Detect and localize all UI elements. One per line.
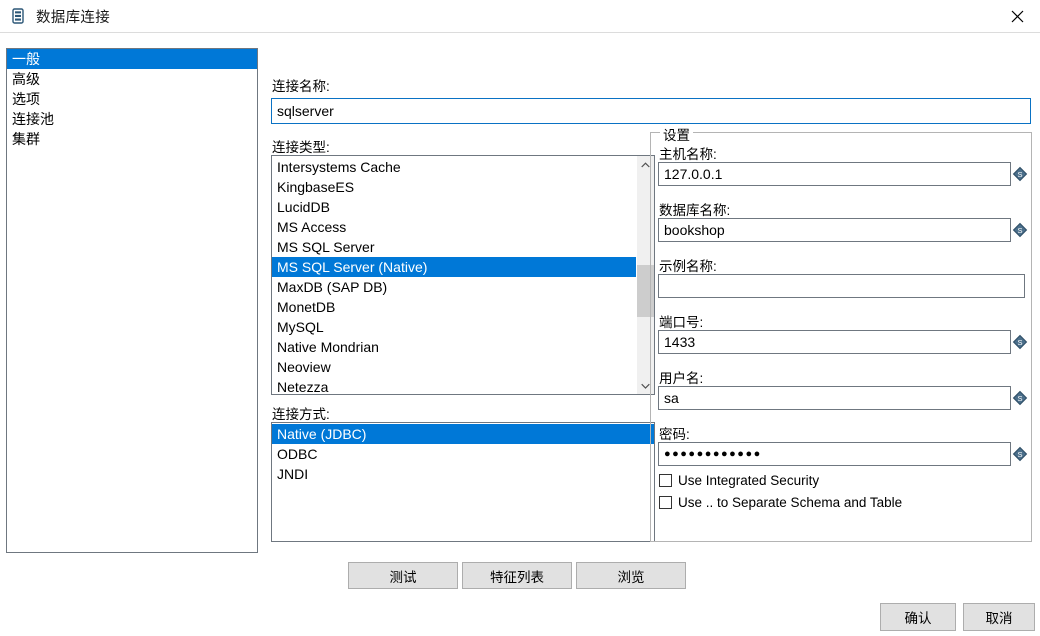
list-item[interactable]: Neoview xyxy=(272,357,636,377)
feature-list-button[interactable]: 特征列表 xyxy=(462,562,572,589)
list-item[interactable]: KingbaseES xyxy=(272,177,636,197)
svg-text:S: S xyxy=(1017,450,1022,459)
sidebar-item-label: 一般 xyxy=(12,51,40,67)
sidebar-item-pool[interactable]: 连接池 xyxy=(7,109,257,129)
port-input[interactable] xyxy=(658,330,1011,354)
connection-type-label: 连接类型: xyxy=(272,136,330,156)
host-label: 主机名称: xyxy=(659,143,717,163)
list-item-selected[interactable]: MS SQL Server (Native) xyxy=(272,257,636,277)
database-label: 数据库名称: xyxy=(659,199,730,219)
list-item-label: MonetDB xyxy=(277,299,335,315)
settings-group: 设置 主机名称: S 数据库名称: S 示例名称: 端口号: S xyxy=(650,132,1032,542)
connection-type-list[interactable]: Intersystems Cache KingbaseES LucidDB MS… xyxy=(271,155,655,395)
connection-type-items: Intersystems Cache KingbaseES LucidDB MS… xyxy=(272,156,636,394)
svg-text:S: S xyxy=(1017,170,1022,179)
list-item[interactable]: MaxDB (SAP DB) xyxy=(272,277,636,297)
list-item-label: MS Access xyxy=(277,219,346,235)
connection-name-label: 连接名称: xyxy=(272,75,330,95)
variable-picker-icon[interactable]: S xyxy=(1012,222,1028,238)
list-item[interactable]: MS SQL Server xyxy=(272,237,636,257)
list-item-label: Native (JDBC) xyxy=(277,426,366,442)
host-input[interactable] xyxy=(658,162,1011,186)
sidebar-item-label: 连接池 xyxy=(12,111,54,127)
username-input[interactable] xyxy=(658,386,1011,410)
list-item[interactable]: LucidDB xyxy=(272,197,636,217)
list-item-label: MS SQL Server xyxy=(277,239,375,255)
connection-mode-label: 连接方式: xyxy=(272,403,330,423)
list-item-label: LucidDB xyxy=(277,199,330,215)
integrated-security-checkbox-row[interactable]: Use Integrated Security xyxy=(659,473,819,488)
list-item-label: Neoview xyxy=(277,359,331,375)
list-item[interactable]: MySQL xyxy=(272,317,636,337)
list-item-label: Native Mondrian xyxy=(277,339,379,355)
list-item[interactable]: Native Mondrian xyxy=(272,337,636,357)
list-item-label: ODBC xyxy=(277,446,317,462)
svg-text:S: S xyxy=(1017,394,1022,403)
instance-input[interactable] xyxy=(658,274,1025,298)
svg-text:S: S xyxy=(1017,226,1022,235)
list-item[interactable]: Intersystems Cache xyxy=(272,157,636,177)
list-item-label: JNDI xyxy=(277,466,308,482)
list-item[interactable]: MonetDB xyxy=(272,297,636,317)
list-item-label: Intersystems Cache xyxy=(277,159,401,175)
title-bar: 数据库连接 xyxy=(0,0,1040,33)
list-item[interactable]: Netezza xyxy=(272,377,636,394)
instance-label: 示例名称: xyxy=(659,255,717,275)
checkbox-icon[interactable] xyxy=(659,474,672,487)
list-item[interactable]: ODBC xyxy=(272,444,654,464)
sidebar-item-label: 选项 xyxy=(12,91,40,107)
test-button[interactable]: 测试 xyxy=(348,562,458,589)
close-icon[interactable] xyxy=(994,1,1040,32)
browse-button[interactable]: 浏览 xyxy=(576,562,686,589)
cancel-button[interactable]: 取消 xyxy=(963,603,1035,631)
separate-schema-checkbox-row[interactable]: Use .. to Separate Schema and Table xyxy=(659,495,902,510)
list-item-selected[interactable]: Native (JDBC) xyxy=(272,424,654,444)
list-item[interactable]: MS Access xyxy=(272,217,636,237)
sidebar-item-options[interactable]: 选项 xyxy=(7,89,257,109)
list-item-label: MaxDB (SAP DB) xyxy=(277,279,387,295)
sidebar-item-label: 高级 xyxy=(12,71,40,87)
list-item-label: KingbaseES xyxy=(277,179,354,195)
variable-picker-icon[interactable]: S xyxy=(1012,446,1028,462)
sidebar-item-general[interactable]: 一般 xyxy=(7,49,257,69)
database-input[interactable] xyxy=(658,218,1011,242)
confirm-button[interactable]: 确认 xyxy=(880,603,956,631)
sidebar-item-advanced[interactable]: 高级 xyxy=(7,69,257,89)
general-panel: 连接名称: 连接类型: Intersystems Cache KingbaseE… xyxy=(264,48,1034,553)
list-item[interactable]: JNDI xyxy=(272,464,654,484)
connection-name-input[interactable] xyxy=(271,98,1031,124)
checkbox-icon[interactable] xyxy=(659,496,672,509)
list-item-label: MS SQL Server (Native) xyxy=(277,259,427,275)
variable-picker-icon[interactable]: S xyxy=(1012,166,1028,182)
svg-text:S: S xyxy=(1017,338,1022,347)
integrated-security-label: Use Integrated Security xyxy=(678,473,819,488)
variable-picker-icon[interactable]: S xyxy=(1012,390,1028,406)
port-label: 端口号: xyxy=(659,311,703,331)
password-label: 密码: xyxy=(659,423,690,443)
separate-schema-label: Use .. to Separate Schema and Table xyxy=(678,495,902,510)
connection-mode-list[interactable]: Native (JDBC) ODBC JNDI xyxy=(271,422,655,542)
list-item-label: MySQL xyxy=(277,319,324,335)
database-icon xyxy=(9,7,27,25)
sidebar-item-label: 集群 xyxy=(12,131,40,147)
password-input[interactable] xyxy=(658,442,1011,466)
variable-picker-icon[interactable]: S xyxy=(1012,334,1028,350)
sidebar-item-cluster[interactable]: 集群 xyxy=(7,129,257,149)
username-label: 用户名: xyxy=(659,367,703,387)
window-title: 数据库连接 xyxy=(36,6,110,27)
list-item-label: Netezza xyxy=(277,379,328,394)
settings-group-title: 设置 xyxy=(660,124,693,144)
settings-category-list[interactable]: 一般 高级 选项 连接池 集群 xyxy=(6,48,258,553)
